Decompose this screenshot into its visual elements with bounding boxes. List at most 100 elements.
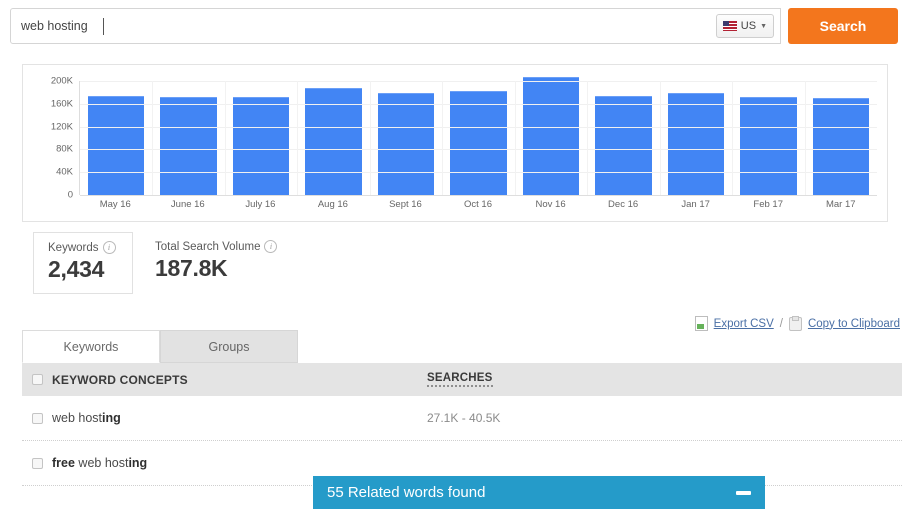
y-axis-tick: 120K bbox=[50, 121, 73, 133]
chart-bar[interactable] bbox=[595, 96, 652, 195]
chart-gridline bbox=[80, 103, 877, 105]
chart-bar[interactable] bbox=[160, 97, 217, 195]
chart-vertical-gridline bbox=[804, 81, 806, 195]
chart-bar-slot bbox=[370, 81, 442, 195]
export-csv-link[interactable]: Export CSV bbox=[714, 318, 774, 330]
chart-bar[interactable] bbox=[87, 96, 145, 195]
chart-vertical-gridline bbox=[587, 81, 589, 195]
chart-vertical-gridline bbox=[152, 81, 154, 195]
export-separator: / bbox=[779, 317, 783, 330]
table-row[interactable]: web hosting 27.1K - 40.5K bbox=[22, 396, 902, 441]
x-axis-tick: Aug 16 bbox=[317, 199, 348, 210]
column-keyword-label: KEYWORD CONCEPTS bbox=[52, 372, 188, 387]
chart-vertical-gridline bbox=[369, 81, 371, 195]
stat-label: Total Search Volume i bbox=[155, 240, 278, 253]
stat-value: 187.8K bbox=[155, 255, 228, 281]
tab-groups[interactable]: Groups bbox=[160, 330, 298, 363]
chart-bar[interactable] bbox=[522, 77, 580, 195]
chart-vertical-gridline bbox=[659, 81, 661, 195]
stat-label-text: Keywords bbox=[48, 241, 99, 254]
chart-bar[interactable] bbox=[377, 93, 435, 195]
search-bar: US ▼ Search bbox=[10, 8, 898, 44]
search-button[interactable]: Search bbox=[788, 8, 898, 44]
chart-gridline bbox=[80, 149, 877, 151]
chart-inner: 0 40K 80K 120K 160K 200K May 16 June 16 July 16… bbox=[23, 65, 887, 221]
keyword-text: web hosting bbox=[52, 411, 121, 425]
chart-bar-slot bbox=[587, 81, 659, 195]
x-axis-tick: Jan 17 bbox=[681, 199, 710, 210]
stat-label-text: Total Search Volume bbox=[155, 240, 261, 253]
chart-bar-slot bbox=[225, 81, 297, 195]
result-tabs: Keywords Groups bbox=[22, 330, 298, 363]
search-input-wrap[interactable]: US ▼ bbox=[10, 8, 781, 44]
cell-keyword: web hosting bbox=[32, 411, 427, 425]
chart-bar-slot bbox=[152, 81, 224, 195]
info-circle-icon[interactable]: i bbox=[102, 241, 116, 254]
y-axis-tick: 80K bbox=[56, 143, 73, 155]
row-checkbox[interactable] bbox=[32, 412, 43, 424]
country-selector[interactable]: US ▼ bbox=[715, 14, 774, 38]
y-axis-tick: 160K bbox=[50, 98, 73, 110]
x-axis-tick: May 16 bbox=[99, 199, 131, 210]
chart-vertical-gridline bbox=[442, 81, 444, 195]
chart-gridline bbox=[80, 195, 877, 196]
x-axis-tick: July 16 bbox=[245, 199, 276, 210]
x-axis-tick: Oct 16 bbox=[464, 199, 492, 210]
column-searches[interactable]: SEARCHES bbox=[427, 372, 493, 387]
chevron-down-icon: ▼ bbox=[760, 22, 767, 30]
chart-bar-slot bbox=[732, 81, 804, 195]
chart-bar[interactable] bbox=[740, 97, 797, 195]
x-axis-tick: Feb 17 bbox=[753, 199, 783, 210]
export-actions: Export CSV / Copy to Clipboard bbox=[694, 315, 900, 331]
row-checkbox[interactable] bbox=[32, 457, 43, 469]
chart-vertical-gridline bbox=[732, 81, 734, 195]
chart-bar-slot bbox=[515, 77, 587, 195]
table-header-row: KEYWORD CONCEPTS SEARCHES bbox=[22, 363, 902, 396]
chart-bar[interactable] bbox=[667, 93, 725, 195]
chart-bar[interactable] bbox=[812, 98, 869, 195]
chart-vertical-gridline bbox=[297, 81, 299, 195]
stat-card-keywords: Keywords i 2,434 bbox=[33, 232, 133, 294]
x-axis-tick: June 16 bbox=[170, 199, 205, 210]
text-cursor bbox=[103, 18, 104, 35]
x-axis-tick: Dec 16 bbox=[608, 199, 639, 210]
chart-bar-slot bbox=[805, 81, 877, 195]
x-axis-tick: Sept 16 bbox=[389, 199, 422, 210]
minus-icon[interactable] bbox=[736, 490, 751, 495]
column-keyword-concepts: KEYWORD CONCEPTS bbox=[32, 373, 427, 387]
chart-vertical-gridline bbox=[514, 81, 516, 195]
chart-bar[interactable] bbox=[450, 91, 507, 195]
stat-card-total-search-volume: Total Search Volume i 187.8K bbox=[133, 232, 293, 294]
y-axis-tick: 0 bbox=[67, 189, 73, 201]
chart-bar-slot bbox=[660, 81, 732, 195]
chart-x-axis: May 16 June 16 July 16 Aug 16 Sept 16 Oct 16 N… bbox=[79, 199, 877, 210]
keyword-text: free web hosting bbox=[52, 456, 148, 470]
cell-keyword: free web hosting bbox=[32, 456, 427, 470]
chart-bars bbox=[80, 77, 877, 195]
y-axis-tick: 200K bbox=[50, 75, 73, 87]
chart-vertical-gridline bbox=[224, 81, 226, 195]
related-words-banner[interactable]: 55 Related words found bbox=[313, 476, 765, 509]
stat-label: Keywords i bbox=[48, 241, 116, 254]
keywords-table: KEYWORD CONCEPTS SEARCHES web hosting 27.… bbox=[22, 363, 902, 486]
csv-file-icon bbox=[694, 316, 708, 331]
copy-to-clipboard-link[interactable]: Copy to Clipboard bbox=[808, 318, 900, 330]
clipboard-icon bbox=[788, 315, 802, 331]
chart-plot-area bbox=[79, 77, 877, 196]
x-axis-tick: Nov 16 bbox=[535, 199, 566, 210]
info-circle-icon[interactable]: i bbox=[264, 240, 278, 253]
chart-gridline bbox=[80, 81, 877, 82]
chart-bar-slot bbox=[80, 81, 152, 195]
chart-gridline bbox=[80, 172, 877, 174]
chart-gridline bbox=[80, 126, 877, 128]
related-words-label: 55 Related words found bbox=[327, 484, 486, 501]
summary-stats: Keywords i 2,434 Total Search Volume i 187.8K bbox=[33, 232, 293, 294]
select-all-checkbox[interactable] bbox=[32, 374, 43, 385]
country-label: US bbox=[740, 20, 757, 32]
y-axis-tick: 40K bbox=[56, 166, 73, 178]
tab-keywords[interactable]: Keywords bbox=[22, 330, 160, 363]
search-volume-chart-panel: 0 40K 80K 120K 160K 200K May 16 June 16 July 16… bbox=[22, 64, 888, 222]
search-input[interactable] bbox=[11, 9, 716, 43]
chart-bar-slot bbox=[297, 81, 369, 195]
chart-bar[interactable] bbox=[232, 97, 290, 195]
